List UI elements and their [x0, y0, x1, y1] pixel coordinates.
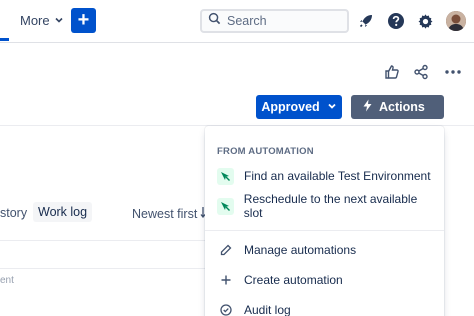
- notifications-rocket-icon[interactable]: [355, 10, 377, 32]
- actions-dropdown-menu: FROM AUTOMATION Find an available Test E…: [205, 126, 444, 316]
- share-icon[interactable]: [413, 64, 429, 85]
- sort-label: Newest first: [132, 206, 198, 221]
- automation-rule-icon: [217, 197, 234, 215]
- lightning-bolt-icon: [362, 99, 373, 115]
- automation-rule-icon: [217, 167, 234, 185]
- menu-item-label: Reschedule to the next available slot: [243, 192, 418, 220]
- chevron-down-icon: [443, 100, 453, 114]
- menu-item-audit-log[interactable]: Audit log: [217, 298, 437, 316]
- more-label: More: [20, 13, 50, 28]
- settings-gear-icon[interactable]: [414, 10, 436, 32]
- chevron-down-icon: [54, 13, 64, 28]
- status-label: Approved: [261, 100, 320, 114]
- menu-item-reschedule-slot[interactable]: Reschedule to the next available slot: [217, 192, 437, 220]
- menu-item-label: Find an available Test Environment: [244, 169, 431, 183]
- search-placeholder: Search: [227, 14, 267, 28]
- menu-item-find-test-environment[interactable]: Find an available Test Environment: [217, 164, 437, 188]
- search-input[interactable]: Search: [200, 9, 349, 33]
- more-options-icon[interactable]: [444, 63, 462, 86]
- pencil-icon: [217, 244, 234, 256]
- status-approved-button[interactable]: Approved: [256, 95, 342, 119]
- user-avatar[interactable]: [446, 11, 466, 31]
- actions-label: Actions: [379, 100, 425, 114]
- actions-button[interactable]: Actions: [351, 95, 452, 119]
- nav-active-indicator: [0, 38, 9, 41]
- activity-divider: [0, 240, 206, 241]
- menu-item-label: Create automation: [244, 273, 343, 287]
- more-menu-button[interactable]: More: [20, 13, 64, 28]
- search-icon: [208, 12, 221, 30]
- menu-item-create-automation[interactable]: Create automation: [217, 268, 437, 292]
- sort-order-button[interactable]: Newest first: [132, 206, 212, 221]
- menu-item-label: Manage automations: [244, 243, 357, 257]
- top-navigation: More + Search: [0, 0, 474, 43]
- tab-work-log[interactable]: Work log: [33, 202, 93, 222]
- menu-item-manage-automations[interactable]: Manage automations: [217, 238, 437, 262]
- tab-history[interactable]: story: [0, 206, 27, 220]
- menu-divider: [205, 230, 444, 231]
- like-thumbs-up-icon[interactable]: [384, 64, 400, 85]
- chevron-down-icon: [327, 100, 337, 114]
- help-icon[interactable]: [385, 10, 407, 32]
- menu-section-title: FROM AUTOMATION: [217, 146, 314, 157]
- comment-placeholder[interactable]: ent: [0, 275, 14, 286]
- comment-box-border: [0, 268, 206, 269]
- plus-icon: [217, 274, 234, 286]
- create-button[interactable]: +: [71, 8, 96, 33]
- check-circle-icon: [217, 304, 234, 316]
- menu-item-label: Audit log: [244, 303, 291, 316]
